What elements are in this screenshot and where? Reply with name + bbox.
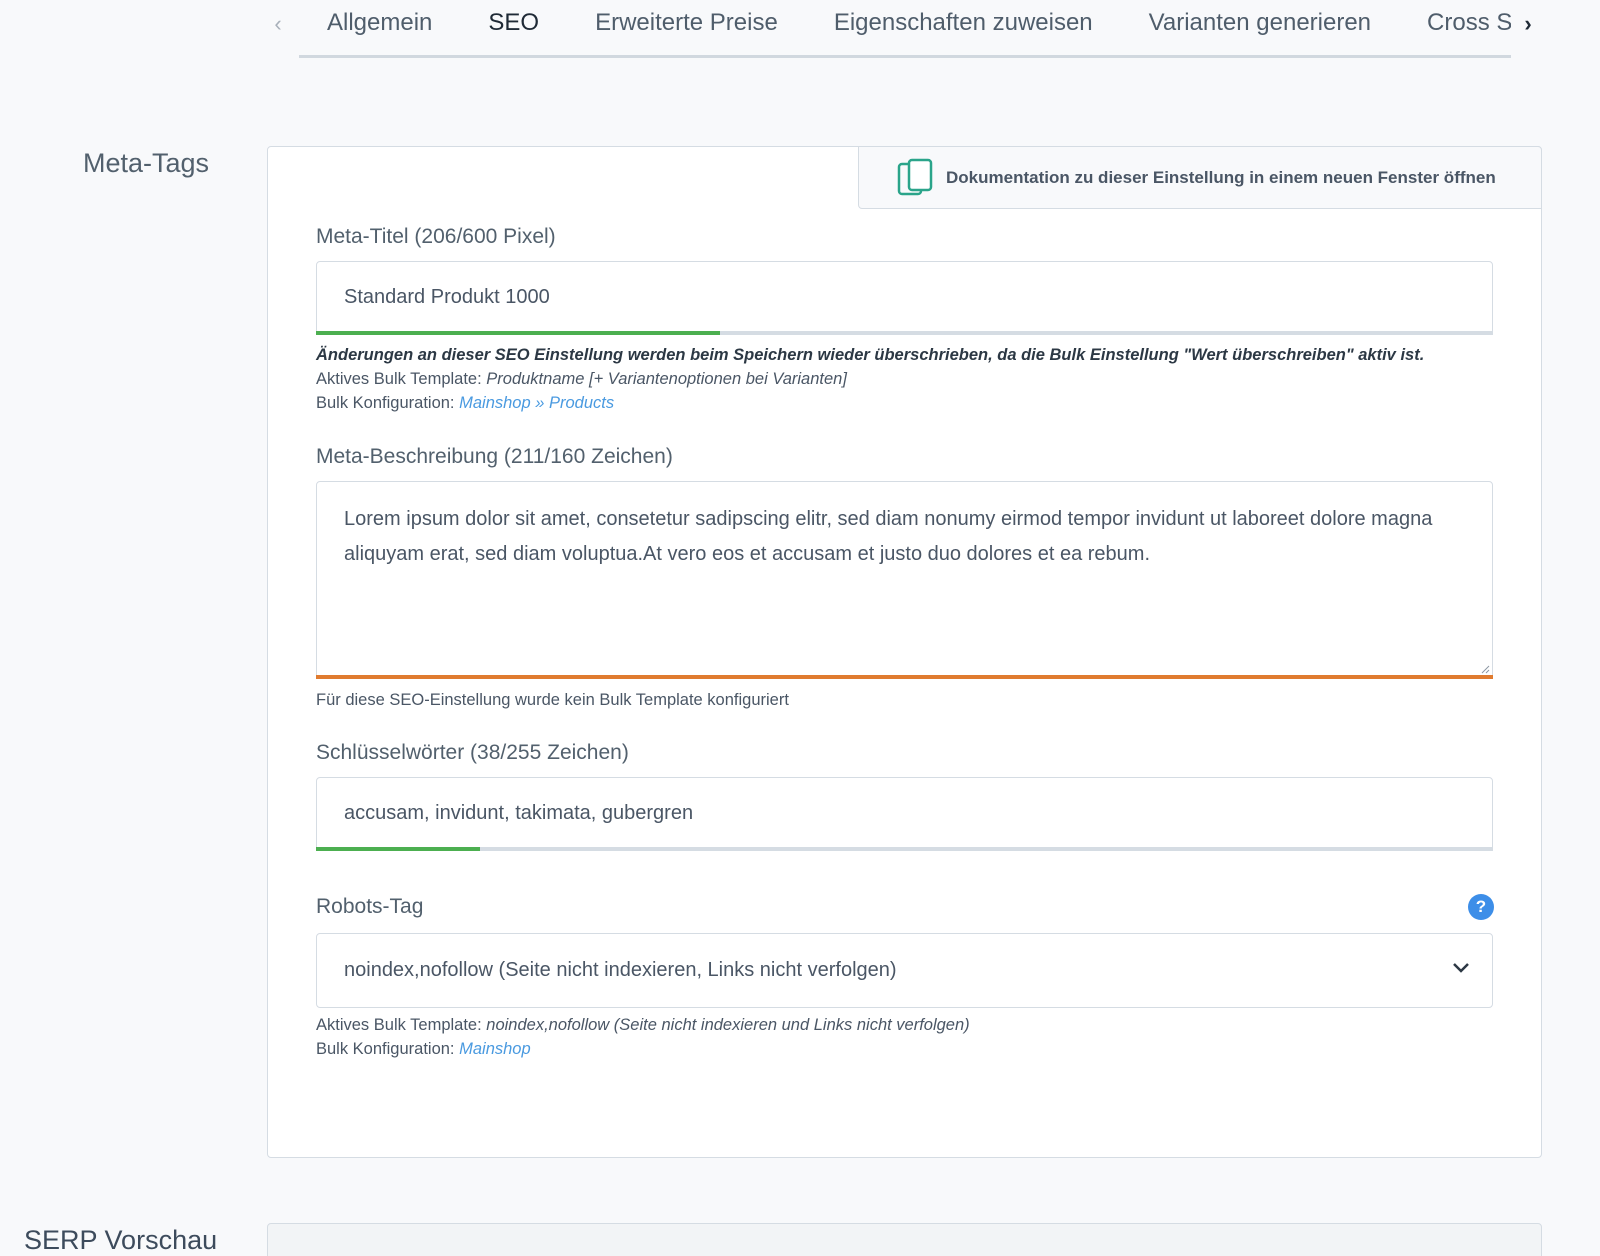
tab-list: Allgemein SEO Erweiterte Preise Eigensch… <box>299 0 1511 58</box>
tab-allgemein[interactable]: Allgemein <box>299 0 460 55</box>
section-title-meta-tags: Meta-Tags <box>83 148 210 178</box>
meta-title-overwrite-warning: Änderungen an dieser SEO Einstellung wer… <box>316 346 1425 364</box>
documentation-link[interactable]: Dokumentation zu dieser Einstellung in e… <box>858 146 1542 209</box>
chevron-down-icon <box>1453 963 1469 973</box>
chevron-left-icon[interactable]: ‹ <box>268 10 288 38</box>
meta-description-textarea[interactable]: Lorem ipsum dolor sit amet, consetetur s… <box>316 481 1493 677</box>
meta-title-bulk-config: Bulk Konfiguration: Mainshop » Products <box>316 391 1424 415</box>
meta-title-length-fill <box>316 331 720 335</box>
meta-title-length-bar <box>316 331 1493 335</box>
bulk-config-link[interactable]: Mainshop <box>459 1040 531 1058</box>
tab-bar: ‹ Allgemein SEO Erweiterte Preise Eigens… <box>268 0 1538 60</box>
keywords-label: Schlüsselwörter (38/255 Zeichen) <box>316 741 629 764</box>
meta-tags-card: Dokumentation zu dieser Einstellung in e… <box>267 146 1542 1158</box>
documentation-link-label: Dokumentation zu dieser Einstellung in e… <box>946 167 1496 187</box>
tab-cross-selling[interactable]: Cross Sel <box>1399 0 1511 55</box>
keywords-length-fill <box>316 847 480 851</box>
meta-title-hints: Änderungen an dieser SEO Einstellung wer… <box>316 343 1424 415</box>
serp-preview-card <box>267 1223 1542 1256</box>
tab-varianten-generieren[interactable]: Varianten generieren <box>1121 0 1399 55</box>
bulk-config-label: Bulk Konfiguration: <box>316 1040 455 1058</box>
robots-tag-select[interactable]: noindex,nofollow (Seite nicht indexieren… <box>316 933 1493 1008</box>
meta-title-input[interactable]: Standard Produkt 1000 <box>316 261 1493 333</box>
tab-eigenschaften-zuweisen[interactable]: Eigenschaften zuweisen <box>806 0 1121 55</box>
robots-bulk-config: Bulk Konfiguration: Mainshop <box>316 1037 970 1061</box>
bulk-config-label: Bulk Konfiguration: <box>316 394 455 412</box>
robots-tag-selected-value: noindex,nofollow (Seite nicht indexieren… <box>344 959 897 981</box>
resize-handle-icon[interactable] <box>1480 664 1490 674</box>
meta-title-bulk-template: Aktives Bulk Template: Produktname [+ Va… <box>316 367 1424 391</box>
meta-description-label: Meta-Beschreibung (211/160 Zeichen) <box>316 445 673 468</box>
robots-tag-hints: Aktives Bulk Template: noindex,nofollow … <box>316 1013 970 1061</box>
bulk-template-label: Aktives Bulk Template: <box>316 370 482 388</box>
bulk-config-link[interactable]: Mainshop » Products <box>459 394 614 412</box>
section-title-serp-preview: SERP Vorschau <box>24 1225 218 1255</box>
copy-documents-icon <box>897 158 933 195</box>
tab-erweiterte-preise[interactable]: Erweiterte Preise <box>567 0 806 55</box>
robots-bulk-template: Aktives Bulk Template: noindex,nofollow … <box>316 1013 970 1037</box>
bulk-template-value: noindex,nofollow (Seite nicht indexieren… <box>486 1016 970 1034</box>
bulk-template-value: Produktname [+ Variantenoptionen bei Var… <box>486 370 847 388</box>
chevron-right-icon[interactable]: › <box>1518 10 1538 38</box>
keywords-length-bar <box>316 847 1493 851</box>
meta-title-value: Standard Produkt 1000 <box>344 286 550 308</box>
question-circle-icon[interactable]: ? <box>1468 894 1494 920</box>
bulk-template-label: Aktives Bulk Template: <box>316 1016 482 1034</box>
keywords-input[interactable]: accusam, invidunt, takimata, gubergren <box>316 777 1493 849</box>
meta-title-label: Meta-Titel (206/600 Pixel) <box>316 225 556 248</box>
tab-seo[interactable]: SEO <box>460 0 567 55</box>
meta-description-length-fill <box>316 675 1493 679</box>
meta-description-value: Lorem ipsum dolor sit amet, consetetur s… <box>344 508 1433 565</box>
keywords-value: accusam, invidunt, takimata, gubergren <box>344 802 694 824</box>
meta-description-length-bar <box>316 675 1493 679</box>
meta-description-hint: Für diese SEO-Einstellung wurde kein Bul… <box>316 691 789 709</box>
robots-tag-label: Robots-Tag <box>316 895 424 918</box>
